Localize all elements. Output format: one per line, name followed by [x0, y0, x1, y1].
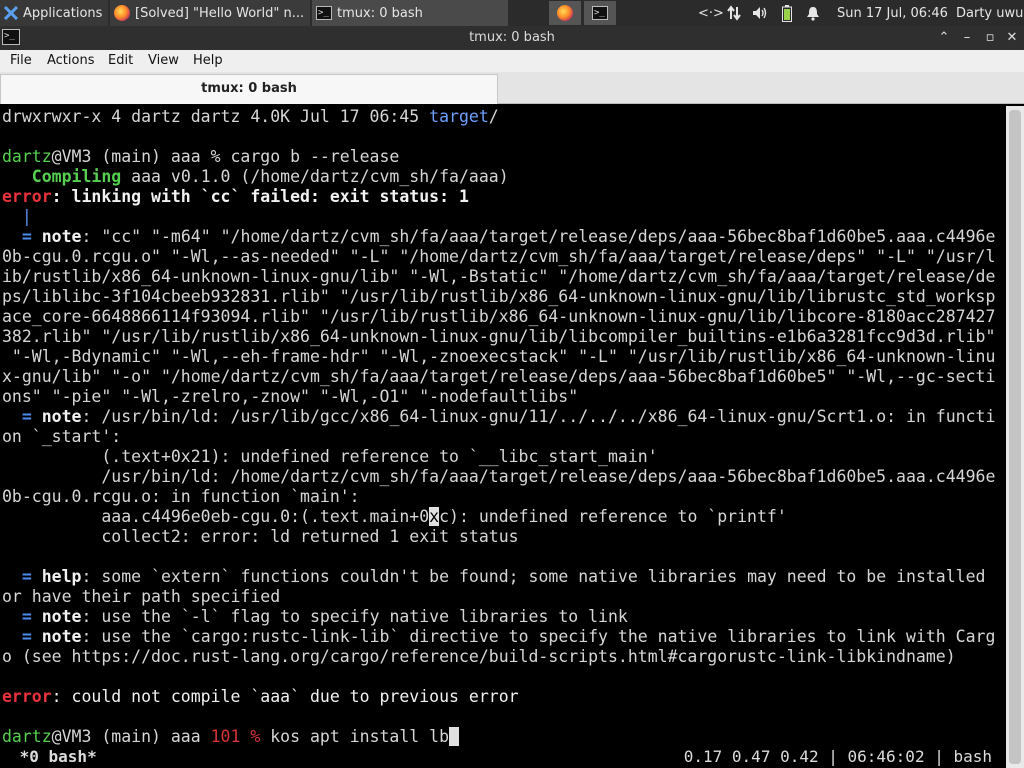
tab-tmux-bash[interactable]: tmux: 0 bash	[0, 74, 498, 104]
minimize-button[interactable]: –	[956, 26, 978, 50]
terminal-scrollbar[interactable]	[1006, 106, 1024, 768]
collect2-line: collect2: error: ld returned 1 exit stat…	[2, 527, 519, 546]
network-arrows-icon[interactable]: <·>	[698, 6, 724, 21]
applications-menu-button[interactable]: Applications	[0, 0, 108, 26]
note1-line-5: ace_core-6648866114f93094.rlib" "/usr/li…	[2, 307, 996, 326]
tmux-window-list[interactable]: *0 bash*	[10, 746, 97, 768]
menu-bar: File Actions Edit View Help	[0, 50, 1024, 72]
tmux-status-bar: *0 bash* 0.17 0.47 0.42 | 06:46:02 | bas…	[0, 746, 1006, 768]
terminal-icon: >_	[316, 6, 332, 20]
note3-line: = note: use the `-l` flag to specify nat…	[2, 607, 628, 626]
note2-line-1: = note: /usr/bin/ld: /usr/lib/gcc/x86_64…	[2, 407, 996, 426]
launcher-firefox[interactable]	[549, 1, 581, 25]
note4-line-cont: o (see https://doc.rust-lang.org/cargo/r…	[2, 647, 956, 666]
taskbar-item-terminal[interactable]: >_ tmux: 0 bash	[312, 0, 508, 26]
network-updown-icon[interactable]	[726, 5, 742, 21]
firefox-icon	[114, 5, 130, 21]
tab-bar: tmux: 0 bash	[0, 72, 1024, 104]
ls-line: drwxrwxr-x 4 dartz dartz 4.0K Jul 17 06:…	[2, 107, 499, 126]
menu-view[interactable]: View	[148, 50, 179, 72]
battery-icon[interactable]	[782, 5, 792, 22]
applications-label: Applications	[23, 5, 103, 21]
shade-button[interactable]: ⌃	[933, 26, 955, 50]
volume-icon[interactable]	[752, 6, 768, 20]
menu-actions[interactable]: Actions	[47, 50, 95, 72]
note1-line-8: x-gnu/lib" "-o" "/home/dartz/cvm_sh/fa/a…	[2, 367, 996, 386]
note1-line-6: 382.rlib" "/usr/lib/rustlib/x86_64-unkno…	[2, 327, 996, 346]
user-menu[interactable]: Darty uwu	[956, 6, 1023, 21]
notification-bell-icon[interactable]	[806, 6, 820, 21]
help-line: = help: some `extern` functions couldn't…	[2, 567, 986, 586]
note2-line-4: /usr/bin/ld: /home/dartz/cvm_sh/fa/aaa/t…	[2, 467, 996, 486]
compiling-line: Compiling aaa v0.1.0 (/home/dartz/cvm_sh…	[2, 167, 509, 186]
pipe-line: |	[2, 207, 32, 226]
printf-line: aaa.c4496e0eb-cgu.0:(.text.main+0xc): un…	[2, 507, 787, 526]
note1-line-4: ps/liblibc-3f104cbeeb932831.rlib" "/usr/…	[2, 287, 996, 306]
window-titlebar: >_ tmux: 0 bash ⌃ – ▫ ✕	[0, 26, 1024, 50]
close-button[interactable]: ✕	[1001, 26, 1023, 50]
window-title: tmux: 0 bash	[469, 30, 555, 45]
final-error-line: error: could not compile `aaa` due to pr…	[2, 687, 519, 706]
system-tray: <·> Sun 17 Jul, 06:46 Darty uwu	[696, 0, 1024, 26]
menu-edit[interactable]: Edit	[108, 50, 133, 72]
tmux-status-right: 0.17 0.47 0.42 | 06:46:02 | bash	[683, 747, 992, 766]
terminal-output[interactable]: drwxrwxr-x 4 dartz dartz 4.0K Jul 17 06:…	[0, 106, 1006, 768]
note2-line-2: on `_start':	[2, 427, 122, 446]
note1-line-7: "-Wl,-Bdynamic" "-Wl,--eh-frame-hdr" "-W…	[2, 347, 996, 366]
note1-line-3: ib/rustlib/x86_64-unknown-linux-gnu/lib"…	[2, 267, 996, 286]
maximize-button[interactable]: ▫	[979, 26, 1001, 50]
taskbar-item-terminal-label: tmux: 0 bash	[337, 5, 423, 21]
launcher-terminal[interactable]: >_	[584, 1, 616, 25]
text-cursor-highlight: x	[429, 507, 440, 526]
note2-line-3: (.text+0x21): undefined reference to `__…	[2, 447, 658, 466]
note2-line-5: 0b-cgu.0.rcgu.o: in function `main':	[2, 487, 360, 506]
taskbar-item-firefox-label: [Solved] "Hello World" n...	[135, 5, 305, 21]
xfce-logo-icon	[4, 6, 18, 20]
menu-help[interactable]: Help	[193, 50, 223, 72]
note1-line-9: ons" "-pie" "-Wl,-zrelro,-znow" "-Wl,-O1…	[2, 387, 579, 406]
prompt-line-2[interactable]: dartz@VM3 (main) aaa 101 % kos apt insta…	[2, 727, 459, 747]
scrollbar-thumb[interactable]	[1009, 110, 1021, 764]
firefox-launcher-icon	[557, 5, 573, 21]
prompt-line-1: dartz@VM3 (main) aaa % cargo b --release	[2, 147, 400, 166]
note4-line: = note: use the `cargo:rustc-link-lib` d…	[2, 627, 996, 646]
help-line-cont: or have their path specified	[2, 587, 281, 606]
taskbar-item-firefox[interactable]: [Solved] "Hello World" n...	[110, 0, 310, 26]
top-panel: Applications [Solved] "Hello World" n...…	[0, 0, 1024, 26]
clock[interactable]: Sun 17 Jul, 06:46	[837, 6, 948, 21]
link-error-line: error: linking with `cc` failed: exit st…	[2, 187, 469, 206]
terminal-launcher-icon: >_	[592, 6, 608, 20]
terminal-cursor	[449, 727, 459, 746]
menu-file[interactable]: File	[10, 50, 32, 72]
note1-line-2: 0b-cgu.0.rcgu.o" "-Wl,--as-needed" "-L" …	[2, 247, 996, 266]
note1-line-1: = note: "cc" "-m64" "/home/dartz/cvm_sh/…	[2, 227, 996, 246]
